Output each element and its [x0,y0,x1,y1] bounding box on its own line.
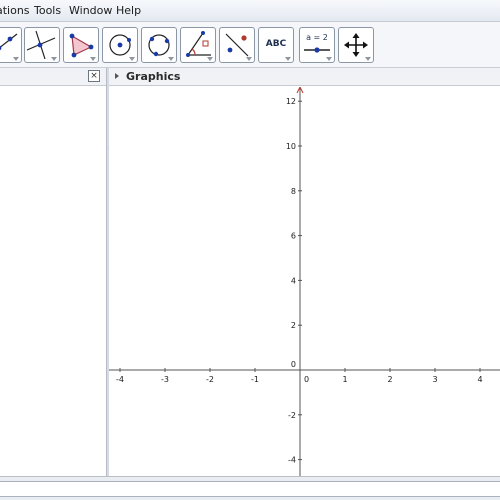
x-tick-label: 0 [304,375,309,384]
x-tick-label: -4 [116,375,124,384]
menu-help[interactable]: Help [116,4,141,17]
menu-options[interactable]: ations [0,4,30,17]
line-through-two-points-tool[interactable] [0,27,22,63]
graphics-view-title: Graphics [126,70,181,83]
view-header-bar: × [0,68,500,86]
y-tick-label: -2 [288,411,296,420]
input-field[interactable] [0,481,500,497]
x-tick-label: 4 [477,375,482,384]
perpendicular-line-tool[interactable] [24,27,60,63]
input-bar [0,476,500,500]
menu-tools[interactable]: Tools [34,4,61,17]
x-tick-label: -3 [161,375,169,384]
graphics-view[interactable]: -4 -3 -2 -1 0 1 2 3 4 12 10 8 6 4 2 0 -2 -4 [109,87,500,476]
x-tick-label: 3 [432,375,437,384]
algebra-view[interactable] [0,87,106,476]
close-icon[interactable]: × [88,70,100,82]
angle-tool[interactable] [180,27,216,63]
circle-three-points-tool[interactable] [141,27,177,63]
coordinate-axes: -4 -3 -2 -1 0 1 2 3 4121086420-2-4 [109,87,500,476]
y-tick-label: -4 [288,456,296,465]
y-tick-label: 12 [286,97,296,106]
circle-center-point-tool[interactable] [102,27,138,63]
x-tick-label: -2 [206,375,214,384]
menu-window[interactable]: Window [69,4,112,17]
slider-tool[interactable]: a = 2 [299,27,335,63]
insert-text-tool[interactable]: ABC [258,27,294,63]
triangle-right-icon[interactable] [115,73,119,79]
x-tick-label: 2 [387,375,392,384]
reflect-about-line-tool[interactable] [219,27,255,63]
y-tick-label: 0 [291,360,296,369]
x-tick-label: 1 [342,375,347,384]
toolbar: ABC a = 2 [0,22,500,68]
y-tick-label: 8 [291,187,296,196]
menu-bar: ations Tools Window Help [0,0,500,22]
geogebra-window: ations Tools Window Help [0,0,500,500]
move-graphics-view-tool[interactable] [338,27,374,63]
polygon-tool[interactable] [63,27,99,63]
y-tick-label: 10 [286,142,296,151]
y-tick-label: 2 [291,321,296,330]
y-tick-label: 4 [291,276,296,285]
text-icon: ABC [265,39,287,49]
y-tick-label: 6 [291,232,296,241]
x-tick-label: -1 [251,375,259,384]
